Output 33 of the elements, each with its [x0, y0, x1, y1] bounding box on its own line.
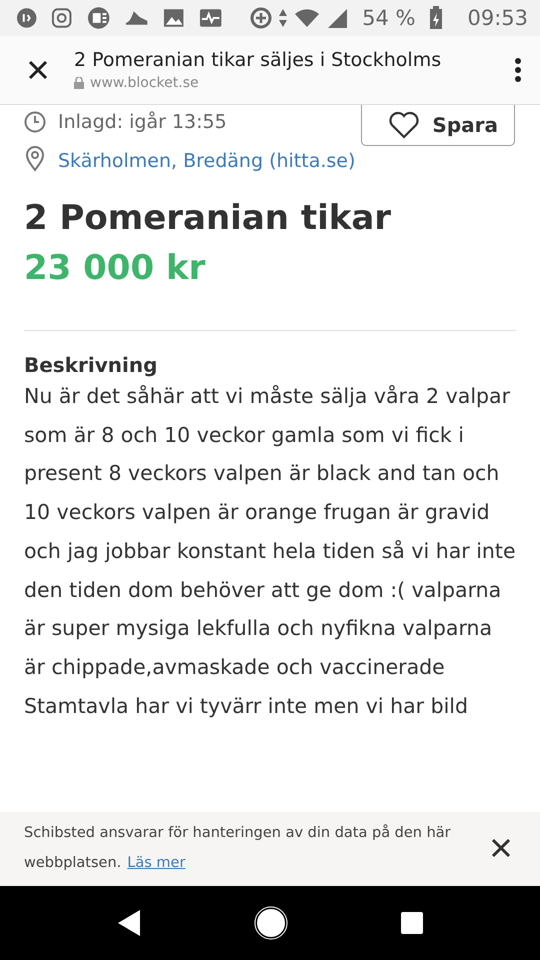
close-icon	[490, 837, 512, 859]
data-saver-icon	[250, 7, 272, 29]
activity-icon	[198, 7, 222, 29]
description-paragraph: Nu är det såhär att vi måste sälja våra 2 valpar som är 8 och 10 veckor gamla som vi fick i present 8 veckors valpen är black and tan och 10 veckors valpen är orange frugan är gravid och jag jobbar konstant hela tiden så vi har inte den tiden dom behöver att ge dom :( valparna är super mysiga lekfulla och nyfikna valparna är chippade,avmaskade och vaccinerade	[24, 383, 516, 681]
consent-text: Schibsted ansvarar för hanteringen av din data på den här webbplatsen. Läs mer	[24, 823, 452, 873]
recents-icon	[400, 911, 424, 935]
home-icon	[254, 906, 288, 940]
section-heading: Beskrivning	[24, 353, 158, 377]
page-title: 2 Pomeranian tikar säljes i Stockholms	[74, 49, 442, 71]
ad-title: 2 Pomeranian tikar	[24, 198, 392, 238]
battery-percentage: 54 %	[362, 6, 416, 30]
image-icon	[163, 7, 185, 29]
lock-icon	[74, 77, 84, 89]
signal-icon	[326, 7, 348, 29]
location-link[interactable]: Skärholmen, Bredäng (hitta.se)	[58, 150, 356, 172]
description-paragraph: Stamtavla har vi tyvärr inte men vi har bild	[24, 692, 470, 720]
back-icon	[116, 908, 142, 938]
save-button[interactable]: Spara	[361, 105, 515, 146]
camera-icon	[51, 7, 73, 29]
updown-arrows-icon	[278, 7, 288, 29]
price: 23 000 kr	[24, 248, 206, 288]
clock: 09:53	[467, 6, 528, 30]
location-pin-icon	[24, 146, 46, 172]
heart-icon	[388, 111, 420, 139]
posted-time: Inlagd: igår 13:55	[58, 111, 227, 133]
page-url: www.blocket.se	[90, 75, 199, 91]
more-icon	[514, 57, 522, 83]
read-more-link[interactable]: Läs mer	[127, 855, 186, 871]
close-icon	[26, 58, 50, 82]
battery-charging-icon	[429, 6, 444, 30]
clock-icon	[24, 111, 46, 133]
wifi-icon	[294, 7, 320, 29]
newspaper-icon	[86, 6, 110, 30]
